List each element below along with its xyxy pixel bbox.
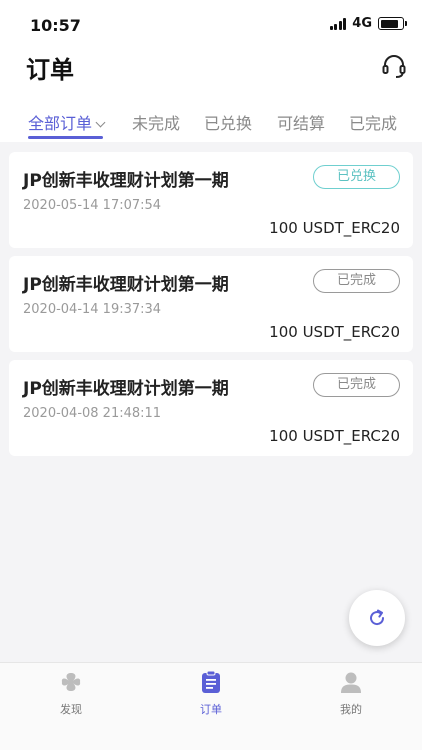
refresh-icon xyxy=(370,609,385,626)
orders-icon xyxy=(202,670,220,693)
top-area: 10:57 4G 订单 全部订单 未完成 已兑换 可结算 已完成 xyxy=(0,0,422,142)
order-amount: 100 USDT_ERC20 xyxy=(269,323,400,341)
nav-label: 发现 xyxy=(60,703,82,716)
profile-icon xyxy=(341,672,361,693)
nav-label: 我的 xyxy=(340,703,362,716)
battery-icon xyxy=(378,17,407,30)
status-badge: 已兑换 xyxy=(313,165,400,189)
status-time: 10:57 xyxy=(30,16,81,35)
signal-icon xyxy=(329,17,347,30)
order-card[interactable]: JP创新丰收理财计划第一期 已完成 2020-04-08 21:48:11 10… xyxy=(9,360,413,456)
bottom-nav: 发现 订单 我的 xyxy=(0,662,422,750)
active-tab-indicator xyxy=(28,136,103,139)
headset-icon[interactable] xyxy=(380,52,408,80)
order-title: JP创新丰收理财计划第一期 xyxy=(23,171,229,191)
status-bar: 10:57 4G xyxy=(0,0,422,50)
discover-icon xyxy=(61,673,81,691)
tab-incomplete[interactable]: 未完成 xyxy=(132,110,180,134)
network-label: 4G xyxy=(352,16,372,31)
order-date: 2020-04-14 19:37:34 xyxy=(23,302,162,317)
nav-discover[interactable]: 发现 xyxy=(26,669,116,717)
order-date: 2020-04-08 21:48:11 xyxy=(23,406,162,421)
status-badge: 已完成 xyxy=(313,269,400,293)
order-title: JP创新丰收理财计划第一期 xyxy=(23,275,229,295)
status-badge: 已完成 xyxy=(313,373,400,397)
tab-settleable[interactable]: 可结算 xyxy=(277,110,325,134)
chevron-down-icon xyxy=(95,117,106,128)
page-title: 订单 xyxy=(26,56,74,84)
refresh-button[interactable] xyxy=(349,590,405,646)
nav-profile[interactable]: 我的 xyxy=(306,669,396,717)
order-title: JP创新丰收理财计划第一期 xyxy=(23,379,229,399)
tab-completed[interactable]: 已完成 xyxy=(349,110,397,134)
order-amount: 100 USDT_ERC20 xyxy=(269,219,400,237)
tab-redeemed[interactable]: 已兑换 xyxy=(204,110,252,134)
tab-all-orders[interactable]: 全部订单 xyxy=(28,110,106,134)
nav-label: 订单 xyxy=(200,703,222,716)
order-amount: 100 USDT_ERC20 xyxy=(269,427,400,445)
tab-label: 全部订单 xyxy=(28,114,93,133)
nav-orders[interactable]: 订单 xyxy=(166,669,256,717)
order-card[interactable]: JP创新丰收理财计划第一期 已完成 2020-04-14 19:37:34 10… xyxy=(9,256,413,352)
order-tabs: 全部订单 未完成 已兑换 可结算 已完成 xyxy=(0,106,422,142)
order-date: 2020-05-14 17:07:54 xyxy=(23,198,162,213)
status-indicators: 4G xyxy=(329,16,407,31)
order-card[interactable]: JP创新丰收理财计划第一期 已兑换 2020-05-14 17:07:54 10… xyxy=(9,152,413,248)
